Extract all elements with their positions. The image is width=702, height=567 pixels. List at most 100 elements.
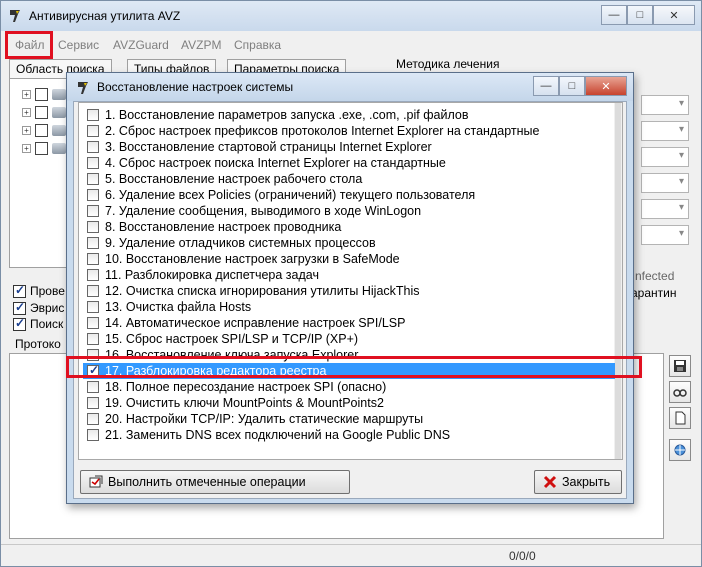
dialog-minimize-button[interactable]: — bbox=[533, 76, 559, 96]
tree-row[interactable]: + bbox=[22, 105, 66, 119]
operation-item[interactable]: 3. Восстановление стартовой страницы Int… bbox=[87, 139, 432, 155]
maximize-button[interactable]: □ bbox=[627, 5, 653, 25]
dialog-title-bar[interactable]: Восстановление настроек системы — □ ✕ bbox=[67, 73, 633, 101]
operation-item[interactable]: 12. Очистка списка игнорирования утилиты… bbox=[87, 283, 420, 299]
status-counter: 0/0/0 bbox=[509, 549, 536, 563]
file-menu-highlight bbox=[5, 31, 53, 59]
title-bar[interactable]: Антивирусная утилита AVZ — □ ✕ bbox=[1, 1, 701, 31]
option-check-3[interactable]: Поиск bbox=[13, 316, 63, 331]
save-icon[interactable] bbox=[669, 355, 691, 377]
operation-checkbox[interactable] bbox=[87, 221, 99, 233]
operation-checkbox[interactable] bbox=[87, 237, 99, 249]
dialog-close-button[interactable]: ✕ bbox=[585, 76, 627, 96]
operation-label: 15. Сброс настроек SPI/LSP и TCP/IP (XP+… bbox=[105, 332, 359, 346]
operation-item[interactable]: 9. Удаление отладчиков системных процесс… bbox=[87, 235, 376, 251]
operation-checkbox[interactable] bbox=[87, 397, 99, 409]
option-check-1[interactable]: Прове bbox=[13, 283, 65, 298]
document-icon[interactable] bbox=[669, 407, 691, 429]
operation-item[interactable]: 20. Настройки TCP/IP: Удалить статически… bbox=[87, 411, 423, 427]
treatment-combo[interactable] bbox=[641, 199, 689, 219]
option-check-2[interactable]: Эврис bbox=[13, 300, 64, 315]
execute-icon bbox=[89, 475, 103, 488]
avz-dialog-icon bbox=[78, 82, 88, 94]
operation-item[interactable]: 18. Полное пересоздание настроек SPI (оп… bbox=[87, 379, 386, 395]
operation-label: 10. Восстановление настроек загрузки в S… bbox=[105, 252, 400, 266]
operation-label: 12. Очистка списка игнорирования утилиты… bbox=[105, 284, 420, 298]
operations-list: 1. Восстановление параметров запуска .ex… bbox=[78, 102, 623, 460]
operation-label: 9. Удаление отладчиков системных процесс… bbox=[105, 236, 376, 250]
operation-label: 21. Заменить DNS всех подключений на Goo… bbox=[105, 428, 451, 442]
operation-item[interactable]: 6. Удаление всех Policies (ограничений) … bbox=[87, 187, 475, 203]
operation-label: 5. Восстановление настроек рабочего стол… bbox=[105, 172, 363, 186]
glasses-icon[interactable] bbox=[669, 381, 691, 403]
quarantine-label: арантин bbox=[631, 286, 677, 300]
operation-label: 3. Восстановление стартовой страницы Int… bbox=[105, 140, 432, 154]
operation-checkbox[interactable] bbox=[87, 253, 99, 265]
dialog-title: Восстановление настроек системы bbox=[97, 80, 294, 94]
operation-checkbox[interactable] bbox=[87, 301, 99, 313]
operation-checkbox[interactable] bbox=[87, 109, 99, 121]
operation-item[interactable]: 21. Заменить DNS всех подключений на Goo… bbox=[87, 427, 450, 443]
treatment-combo[interactable] bbox=[641, 225, 689, 245]
operation-checkbox[interactable] bbox=[87, 189, 99, 201]
operation-label: 1. Восстановление параметров запуска .ex… bbox=[105, 108, 469, 122]
operation-item[interactable]: 7. Удаление сообщения, выводимого в ходе… bbox=[87, 203, 421, 219]
treatment-combo[interactable] bbox=[641, 147, 689, 167]
operation-label: 6. Удаление всех Policies (ограничений) … bbox=[105, 188, 476, 202]
protocol-label: Протоко bbox=[15, 337, 61, 351]
operation-item[interactable]: 10. Восстановление настроек загрузки в S… bbox=[87, 251, 400, 267]
tree-row[interactable]: + bbox=[22, 87, 66, 101]
selected-item-highlight bbox=[66, 356, 642, 378]
operation-item[interactable]: 2. Сброс настроек префиксов протоколов I… bbox=[87, 123, 539, 139]
treatment-combo[interactable] bbox=[641, 121, 689, 141]
status-bar: 0/0/0 bbox=[1, 544, 701, 566]
operation-checkbox[interactable] bbox=[87, 381, 99, 393]
operation-label: 18. Полное пересоздание настроек SPI (оп… bbox=[105, 380, 387, 394]
dialog-body: 1. Восстановление параметров запуска .ex… bbox=[73, 101, 627, 499]
dialog-maximize-button[interactable]: □ bbox=[559, 76, 585, 96]
treatment-combo[interactable] bbox=[641, 173, 689, 193]
operation-checkbox[interactable] bbox=[87, 269, 99, 281]
operation-checkbox[interactable] bbox=[87, 157, 99, 169]
operation-item[interactable]: 15. Сброс настроек SPI/LSP и TCP/IP (XP+… bbox=[87, 331, 358, 347]
operation-checkbox[interactable] bbox=[87, 317, 99, 329]
operation-item[interactable]: 4. Сброс настроек поиска Internet Explor… bbox=[87, 155, 446, 171]
execute-operations-button[interactable]: Выполнить отмеченные операции bbox=[80, 470, 350, 494]
tree-row[interactable]: + bbox=[22, 141, 66, 155]
operation-checkbox[interactable] bbox=[87, 333, 99, 345]
operation-checkbox[interactable] bbox=[87, 141, 99, 153]
close-x-icon bbox=[543, 475, 557, 489]
infected-label: nfected bbox=[635, 269, 675, 283]
operation-checkbox[interactable] bbox=[87, 413, 99, 425]
operation-checkbox[interactable] bbox=[87, 429, 99, 441]
operation-item[interactable]: 11. Разблокировка диспетчера задач bbox=[87, 267, 319, 283]
operation-checkbox[interactable] bbox=[87, 285, 99, 297]
menu-service[interactable]: Сервис bbox=[58, 38, 99, 52]
tree-row[interactable]: + bbox=[22, 123, 66, 137]
operation-checkbox[interactable] bbox=[87, 173, 99, 185]
operation-item[interactable]: 1. Восстановление параметров запуска .ex… bbox=[87, 107, 468, 123]
operation-label: 11. Разблокировка диспетчера задач bbox=[105, 268, 319, 282]
network-icon[interactable] bbox=[669, 439, 691, 461]
window-title: Антивирусная утилита AVZ bbox=[29, 9, 181, 23]
menu-avzguard[interactable]: AVZGuard bbox=[113, 38, 169, 52]
list-scrollbar[interactable] bbox=[614, 103, 622, 459]
close-button[interactable]: ✕ bbox=[653, 5, 695, 25]
menu-help[interactable]: Справка bbox=[234, 38, 281, 52]
operation-label: 7. Удаление сообщения, выводимого в ходе… bbox=[105, 204, 422, 218]
avz-app-icon bbox=[10, 10, 20, 22]
operation-item[interactable]: 8. Восстановление настроек проводника bbox=[87, 219, 341, 235]
operation-item[interactable]: 13. Очистка файла Hosts bbox=[87, 299, 251, 315]
operation-checkbox[interactable] bbox=[87, 205, 99, 217]
operation-label: 2. Сброс настроек префиксов протоколов I… bbox=[105, 124, 540, 138]
menu-avzpm[interactable]: AVZPM bbox=[181, 38, 221, 52]
operation-label: 20. Настройки TCP/IP: Удалить статически… bbox=[105, 412, 424, 426]
operation-item[interactable]: 5. Восстановление настроек рабочего стол… bbox=[87, 171, 362, 187]
operation-item[interactable]: 19. Очистить ключи MountPoints & MountPo… bbox=[87, 395, 384, 411]
treatment-combo[interactable] bbox=[641, 95, 689, 115]
minimize-button[interactable]: — bbox=[601, 5, 627, 25]
close-dialog-button[interactable]: Закрыть bbox=[534, 470, 622, 494]
operation-item[interactable]: 14. Автоматическое исправление настроек … bbox=[87, 315, 405, 331]
treatment-group-label: Методика лечения bbox=[396, 57, 500, 71]
operation-checkbox[interactable] bbox=[87, 125, 99, 137]
